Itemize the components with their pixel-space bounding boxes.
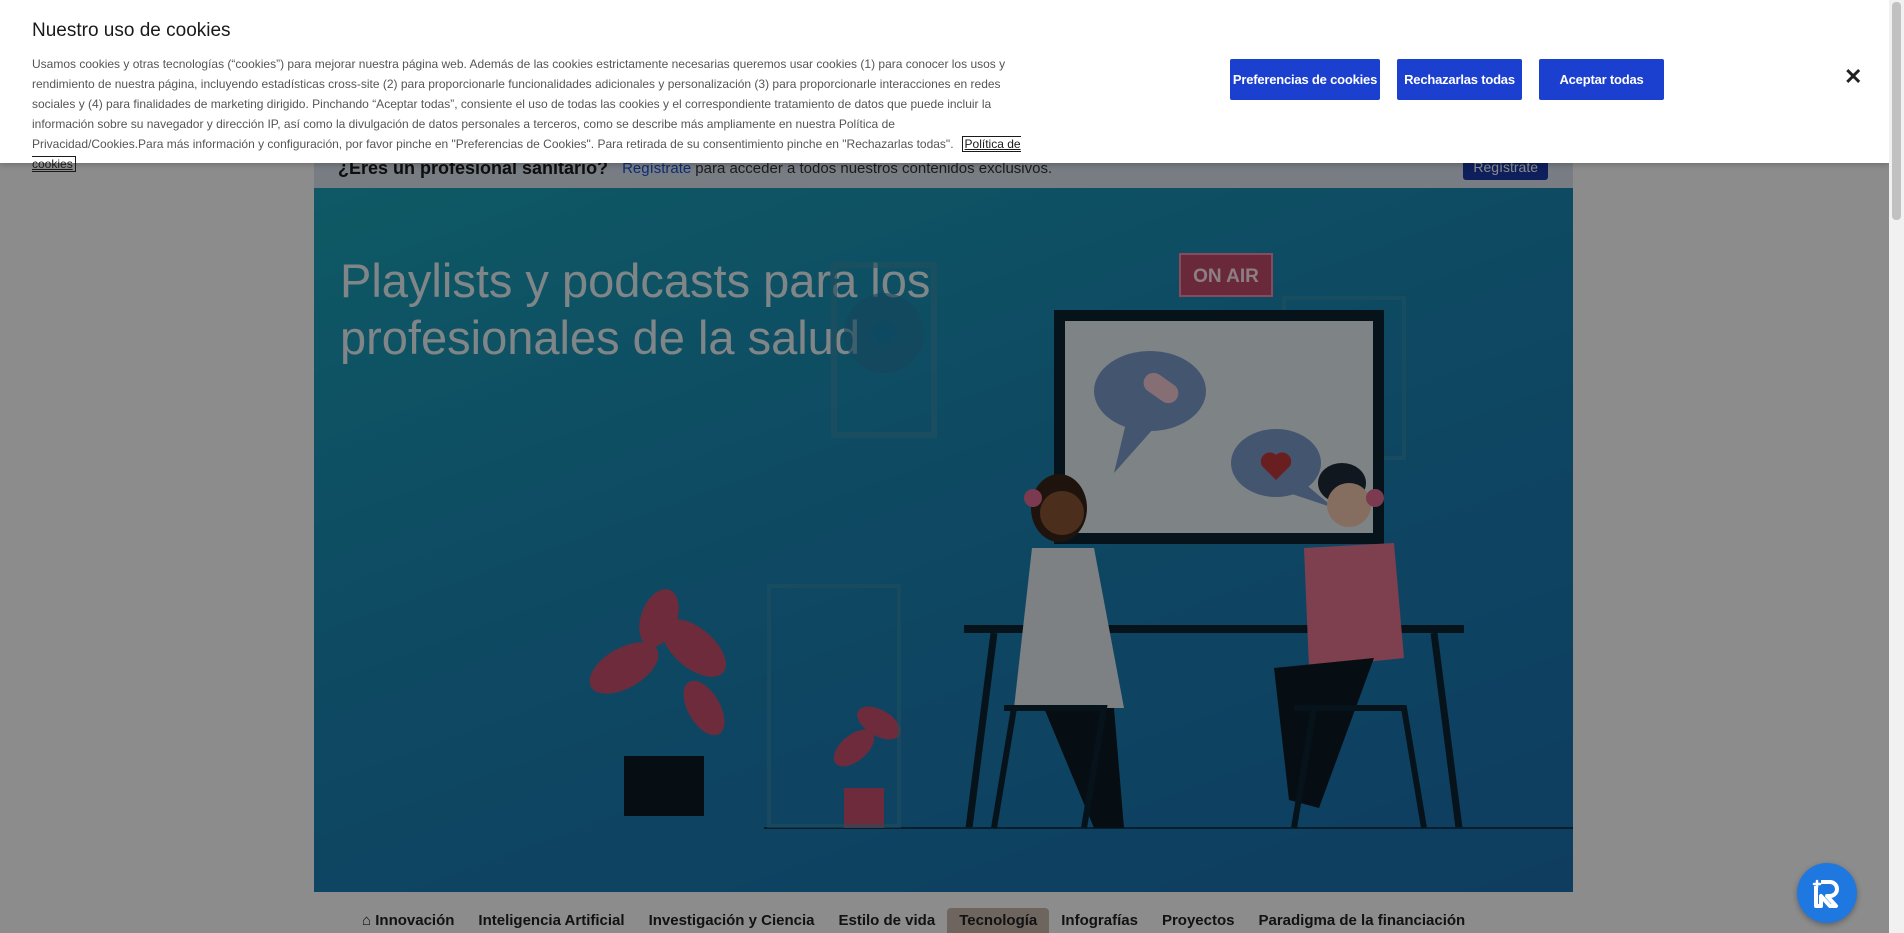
accessibility-r-icon [1812,879,1839,908]
page-scrollbar[interactable] [1889,0,1904,933]
cookie-preferences-button[interactable]: Preferencias de cookies [1230,59,1380,100]
cookie-title: Nuestro uso de cookies [32,20,231,41]
close-icon[interactable]: ✕ [1844,66,1862,88]
cookie-banner: Nuestro uso de cookies Usamos cookies y … [0,0,1889,172]
cookie-text: Usamos cookies y otras tecnologías (“coo… [32,54,1022,174]
reciteme-widget-icon[interactable] [1797,863,1857,923]
cookie-description: Usamos cookies y otras tecnologías (“coo… [32,57,1006,151]
reject-all-button[interactable]: Rechazarlas todas [1397,59,1522,100]
scrollbar-thumb[interactable] [1892,2,1901,220]
accept-all-button[interactable]: Aceptar todas [1539,59,1664,100]
